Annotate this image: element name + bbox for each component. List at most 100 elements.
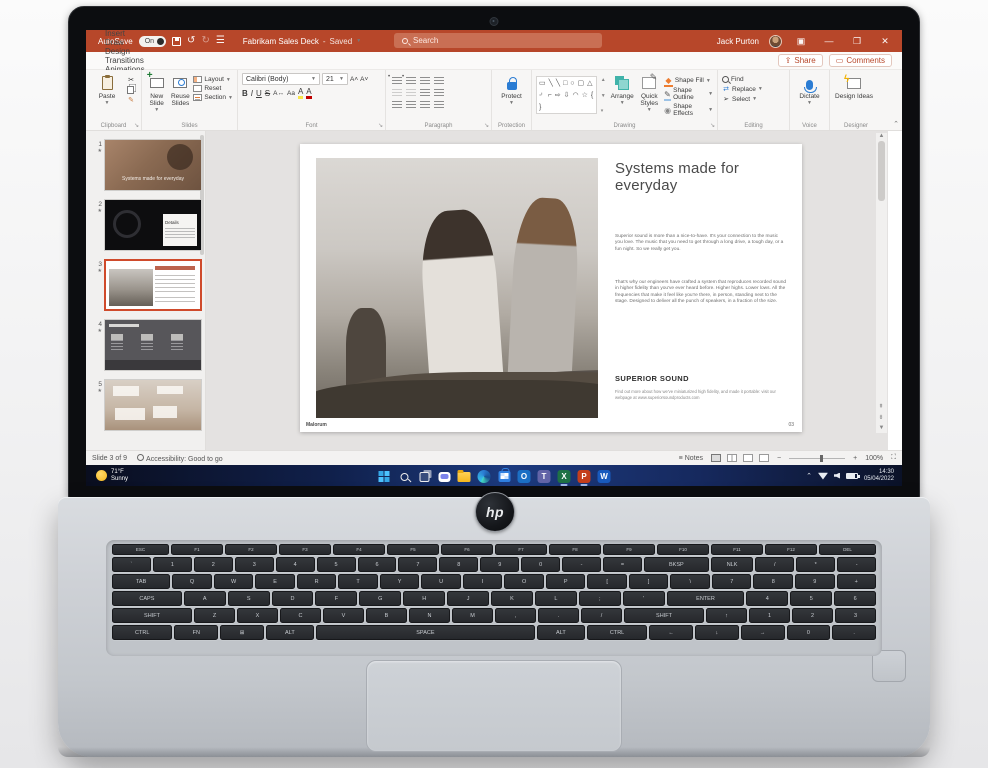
cut-icon[interactable]: ✂ [127, 76, 135, 84]
avatar[interactable] [769, 35, 782, 48]
quick-access-overflow-icon[interactable]: ☰ [216, 36, 225, 46]
key-bksp[interactable]: BKSP [644, 557, 709, 572]
key-z[interactable]: Z [194, 608, 235, 623]
slide-thumbnail-3[interactable] [104, 259, 202, 311]
key--[interactable]: ← [649, 625, 693, 640]
restore-button[interactable]: ❐ [848, 36, 866, 47]
zoom-in-icon[interactable]: + [853, 455, 857, 462]
comments-button[interactable]: ▭ Comments [829, 54, 892, 67]
key--[interactable]: + [837, 574, 877, 589]
underline-button[interactable]: U [256, 89, 262, 98]
key-8[interactable]: 8 [753, 574, 793, 589]
taskbar-icon-start[interactable] [377, 469, 392, 484]
arrange-button[interactable]: Arrange▼ [610, 73, 635, 118]
key--[interactable]: * [796, 557, 835, 572]
dictate-button[interactable]: Dictate▼ [794, 73, 825, 118]
wifi-icon[interactable] [818, 472, 828, 480]
key-j[interactable]: J [447, 591, 489, 606]
key-v[interactable]: V [323, 608, 364, 623]
search-input[interactable]: Search [394, 33, 602, 48]
slide-paragraph-2[interactable]: That's why our engineers have crafted a … [615, 280, 787, 306]
shape-effects-button[interactable]: ◉Shape Effects▼ [664, 103, 713, 117]
columns-icon[interactable] [420, 89, 430, 97]
drawing-dialog-launcher[interactable]: ↘ [710, 122, 715, 129]
text-highlight-button[interactable]: A [298, 88, 303, 99]
key-space[interactable]: SPACE [316, 625, 535, 640]
weather-widget[interactable]: 71°FSunny [86, 469, 128, 483]
tab-design[interactable]: Design [96, 47, 154, 56]
key-i[interactable]: I [463, 574, 503, 589]
find-button[interactable]: Find [722, 76, 763, 83]
key-f10[interactable]: F10 [657, 544, 709, 555]
taskbar-icon-chat[interactable] [437, 469, 452, 484]
slide-title[interactable]: Systems made for everyday [615, 160, 795, 194]
shape-glyph-icon[interactable]: ▢ [578, 78, 585, 89]
key-f7[interactable]: F7 [495, 544, 547, 555]
shape-glyph-icon[interactable]: ╲ [549, 78, 553, 89]
list-level-icon[interactable] [420, 77, 430, 85]
justify-icon[interactable] [434, 101, 444, 109]
shape-glyph-icon[interactable]: ⇩ [564, 90, 570, 101]
key-8[interactable]: 8 [439, 557, 478, 572]
key-u[interactable]: U [421, 574, 461, 589]
slideshow-view-button[interactable] [759, 454, 769, 462]
taskbar-icon-powerpoint[interactable]: P [577, 469, 592, 484]
reuse-slides-button[interactable]: Reuse Slides [170, 73, 190, 118]
key-ctrl[interactable]: CTRL [112, 625, 172, 640]
key-e[interactable]: E [255, 574, 295, 589]
key-f1[interactable]: F1 [171, 544, 223, 555]
key--[interactable]: . [538, 608, 579, 623]
shape-glyph-icon[interactable]: ◠ [573, 90, 579, 101]
taskbar-icon-edge[interactable] [477, 469, 492, 484]
slide-thumbnail-5[interactable] [104, 379, 202, 431]
key-a[interactable]: A [184, 591, 226, 606]
shape-fill-button[interactable]: ◆Shape Fill▼ [664, 76, 713, 85]
key-alt[interactable]: ALT [537, 625, 585, 640]
key-3[interactable]: 3 [835, 608, 876, 623]
change-case-button[interactable]: Aa [287, 90, 295, 97]
shapes-gallery[interactable]: ▭╲╲□○▢△⌏⌐⇨⇩◠☆{} [536, 76, 597, 114]
notes-button[interactable]: ≡ Notes [679, 455, 703, 462]
shape-outline-button[interactable]: ✎Shape Outline▼ [664, 87, 713, 101]
zoom-slider[interactable] [789, 458, 845, 459]
ribbon-display-options-icon[interactable]: ▣ [792, 36, 810, 47]
slide-thumbnail-2[interactable]: Details [104, 199, 202, 251]
key-w[interactable]: W [214, 574, 254, 589]
slide-paragraph-1[interactable]: Superior sound is more than a nice-to-ha… [615, 234, 787, 253]
shape-glyph-icon[interactable]: ⌏ [539, 90, 545, 101]
key-s[interactable]: S [228, 591, 270, 606]
key--[interactable]: ⊞ [220, 625, 264, 640]
taskbar-icon-teams[interactable]: T [537, 469, 552, 484]
share-button[interactable]: ⇪ Share [778, 54, 823, 67]
new-slide-button[interactable]: New Slide▼ [146, 73, 167, 118]
key-7[interactable]: 7 [712, 574, 752, 589]
key-p[interactable]: P [546, 574, 586, 589]
taskbar-icon-task-view[interactable] [417, 469, 432, 484]
key--[interactable]: ` [112, 557, 151, 572]
key-o[interactable]: O [504, 574, 544, 589]
key-6[interactable]: 6 [834, 591, 876, 606]
slide-note[interactable]: Find out more about how we've miniaturiz… [615, 389, 787, 400]
key-f[interactable]: F [315, 591, 357, 606]
key-ctrl[interactable]: CTRL [587, 625, 647, 640]
zoom-slider-thumb[interactable] [820, 455, 823, 462]
vertical-scrollbar[interactable]: ▲ ⇞ ⇟ ▼ [876, 133, 887, 433]
protect-button[interactable]: Protect▼ [496, 73, 527, 118]
slide-subheading[interactable]: SUPERIOR SOUND [615, 374, 689, 383]
document-title[interactable]: Fabrikam Sales Deck - Saved ▼ [243, 37, 361, 46]
key--[interactable]: , [495, 608, 536, 623]
key--[interactable]: = [603, 557, 642, 572]
key-f9[interactable]: F9 [603, 544, 655, 555]
key--[interactable]: → [741, 625, 785, 640]
collapse-ribbon-icon[interactable]: ⌃ [893, 120, 899, 128]
select-button[interactable]: ➢Select▼ [722, 95, 763, 103]
fit-to-window-icon[interactable]: ⛶ [891, 454, 896, 462]
key-f3[interactable]: F3 [279, 544, 331, 555]
key-fn[interactable]: FN [174, 625, 218, 640]
speaker-icon[interactable] [834, 473, 840, 479]
key-x[interactable]: X [237, 608, 278, 623]
key-t[interactable]: T [338, 574, 378, 589]
tab-transitions[interactable]: Transitions [96, 56, 154, 65]
key--[interactable]: \ [670, 574, 710, 589]
key--[interactable]: ; [579, 591, 621, 606]
